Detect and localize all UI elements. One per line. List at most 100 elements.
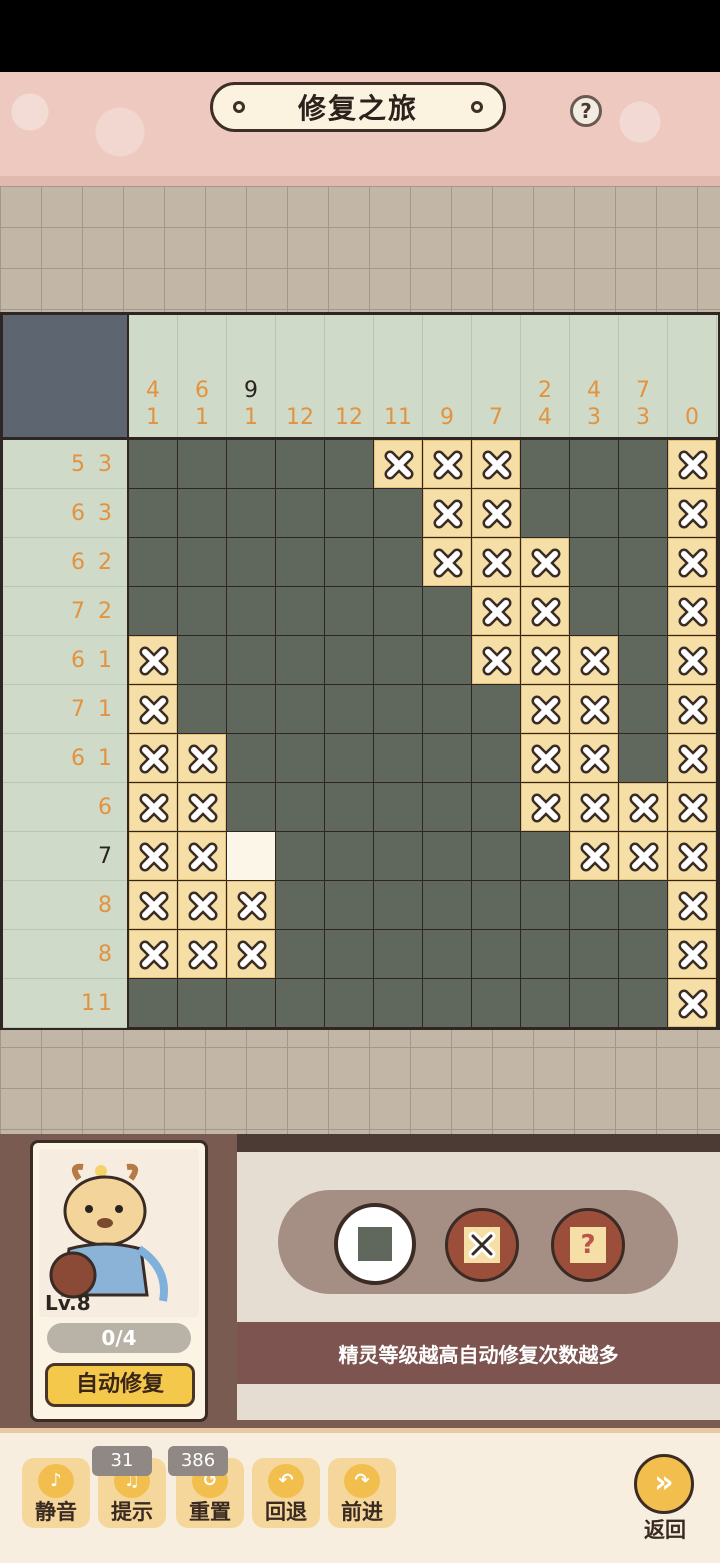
grid-cell-filled[interactable]: [325, 440, 373, 488]
grid-cell-filled[interactable]: [472, 881, 520, 929]
grid-cell-crossed[interactable]: [521, 734, 569, 782]
grid-cell-filled[interactable]: [227, 636, 275, 684]
grid-cell-crossed[interactable]: [423, 538, 471, 586]
grid-cell-filled[interactable]: [619, 489, 667, 537]
grid-cell-filled[interactable]: [276, 979, 324, 1027]
back-button[interactable]: » 返回: [630, 1452, 700, 1542]
grid-cell-crossed[interactable]: [129, 832, 177, 880]
grid-cell-filled[interactable]: [276, 881, 324, 929]
grid-cell-filled[interactable]: [325, 685, 373, 733]
grid-cell-filled[interactable]: [472, 832, 520, 880]
grid-cell-crossed[interactable]: [227, 930, 275, 978]
grid-cell-crossed[interactable]: [668, 734, 716, 782]
auto-repair-button[interactable]: 自动修复: [45, 1363, 195, 1407]
grid-cell-filled[interactable]: [325, 734, 373, 782]
grid-cell-filled[interactable]: [472, 930, 520, 978]
grid-cell-crossed[interactable]: [129, 685, 177, 733]
grid-cell-filled[interactable]: [227, 587, 275, 635]
grid-cell-filled[interactable]: [570, 979, 618, 1027]
grid-cell-crossed[interactable]: [423, 489, 471, 537]
grid-cell-crossed[interactable]: [129, 783, 177, 831]
grid-cell-filled[interactable]: [276, 783, 324, 831]
grid-cell-crossed[interactable]: [668, 832, 716, 880]
grid-cell-filled[interactable]: [619, 440, 667, 488]
grid-cell-crossed[interactable]: [668, 440, 716, 488]
grid-cell-filled[interactable]: [178, 636, 226, 684]
cross-tool-button[interactable]: [445, 1208, 519, 1282]
grid-cell-crossed[interactable]: [570, 832, 618, 880]
grid-cell-filled[interactable]: [521, 832, 569, 880]
grid-cell-crossed[interactable]: [178, 930, 226, 978]
grid-cell-filled[interactable]: [374, 685, 422, 733]
question-tool-button[interactable]: ?: [551, 1208, 625, 1282]
grid-cell-filled[interactable]: [521, 489, 569, 537]
grid-cell-crossed[interactable]: [521, 783, 569, 831]
grid-cell-filled[interactable]: [276, 930, 324, 978]
grid-cell-crossed[interactable]: [521, 685, 569, 733]
grid-cell-crossed[interactable]: [521, 538, 569, 586]
grid-cell-filled[interactable]: [374, 930, 422, 978]
grid-cell-filled[interactable]: [178, 979, 226, 1027]
grid-cell-filled[interactable]: [227, 783, 275, 831]
grid-cell-crossed[interactable]: [668, 636, 716, 684]
grid-cell-crossed[interactable]: [227, 881, 275, 929]
grid-cell-crossed[interactable]: [129, 636, 177, 684]
help-button[interactable]: ?: [570, 95, 602, 127]
grid-cell-crossed[interactable]: [178, 832, 226, 880]
grid-cell-crossed[interactable]: [570, 734, 618, 782]
grid-cell-filled[interactable]: [570, 930, 618, 978]
grid-cell-filled[interactable]: [374, 489, 422, 537]
grid-cell-crossed[interactable]: [570, 636, 618, 684]
grid-cell-crossed[interactable]: [472, 489, 520, 537]
grid-cell-filled[interactable]: [521, 930, 569, 978]
grid-cell-crossed[interactable]: [668, 930, 716, 978]
grid-cell-filled[interactable]: [178, 685, 226, 733]
grid-cell-filled[interactable]: [570, 881, 618, 929]
grid-cell-filled[interactable]: [178, 538, 226, 586]
grid-cell-filled[interactable]: [570, 440, 618, 488]
grid-cell-crossed[interactable]: [472, 538, 520, 586]
grid-cell-filled[interactable]: [521, 881, 569, 929]
grid-cell-crossed[interactable]: [178, 783, 226, 831]
grid-cell-crossed[interactable]: [668, 587, 716, 635]
grid-cell-filled[interactable]: [129, 489, 177, 537]
grid-cell-filled[interactable]: [570, 489, 618, 537]
grid-cell-filled[interactable]: [423, 636, 471, 684]
grid-cell-filled[interactable]: [178, 489, 226, 537]
grid-cell-filled[interactable]: [129, 587, 177, 635]
redo-button[interactable]: ↷ 前进: [328, 1458, 396, 1528]
grid-cell-filled[interactable]: [129, 979, 177, 1027]
grid-cell-filled[interactable]: [374, 587, 422, 635]
grid-cell-filled[interactable]: [423, 930, 471, 978]
grid-cell-filled[interactable]: [374, 979, 422, 1027]
grid-cell-crossed[interactable]: [472, 636, 520, 684]
grid-cell-filled[interactable]: [619, 979, 667, 1027]
grid-cell-filled[interactable]: [472, 979, 520, 1027]
grid-cell-crossed[interactable]: [619, 832, 667, 880]
grid-cell-filled[interactable]: [227, 979, 275, 1027]
grid-cell-crossed[interactable]: [129, 881, 177, 929]
grid-cell-filled[interactable]: [521, 979, 569, 1027]
grid-cell-filled[interactable]: [276, 538, 324, 586]
grid-cell-filled[interactable]: [276, 734, 324, 782]
grid-cell-filled[interactable]: [619, 538, 667, 586]
grid-cell-filled[interactable]: [423, 587, 471, 635]
grid-cell-filled[interactable]: [276, 489, 324, 537]
grid-cell-filled[interactable]: [619, 734, 667, 782]
grid-cell-empty[interactable]: [227, 832, 275, 880]
grid-cell-filled[interactable]: [325, 979, 373, 1027]
grid-cell-crossed[interactable]: [178, 881, 226, 929]
grid-cell-crossed[interactable]: [668, 881, 716, 929]
grid-cell-filled[interactable]: [423, 979, 471, 1027]
grid-cell-crossed[interactable]: [178, 734, 226, 782]
grid-cell-filled[interactable]: [374, 636, 422, 684]
grid-cell-filled[interactable]: [325, 930, 373, 978]
grid-cell-filled[interactable]: [619, 881, 667, 929]
grid-cell-filled[interactable]: [276, 685, 324, 733]
grid-cell-filled[interactable]: [570, 538, 618, 586]
grid-cell-filled[interactable]: [276, 636, 324, 684]
grid-cell-filled[interactable]: [276, 832, 324, 880]
grid-cell-filled[interactable]: [570, 587, 618, 635]
grid-cell-filled[interactable]: [178, 587, 226, 635]
grid-cell-filled[interactable]: [423, 734, 471, 782]
